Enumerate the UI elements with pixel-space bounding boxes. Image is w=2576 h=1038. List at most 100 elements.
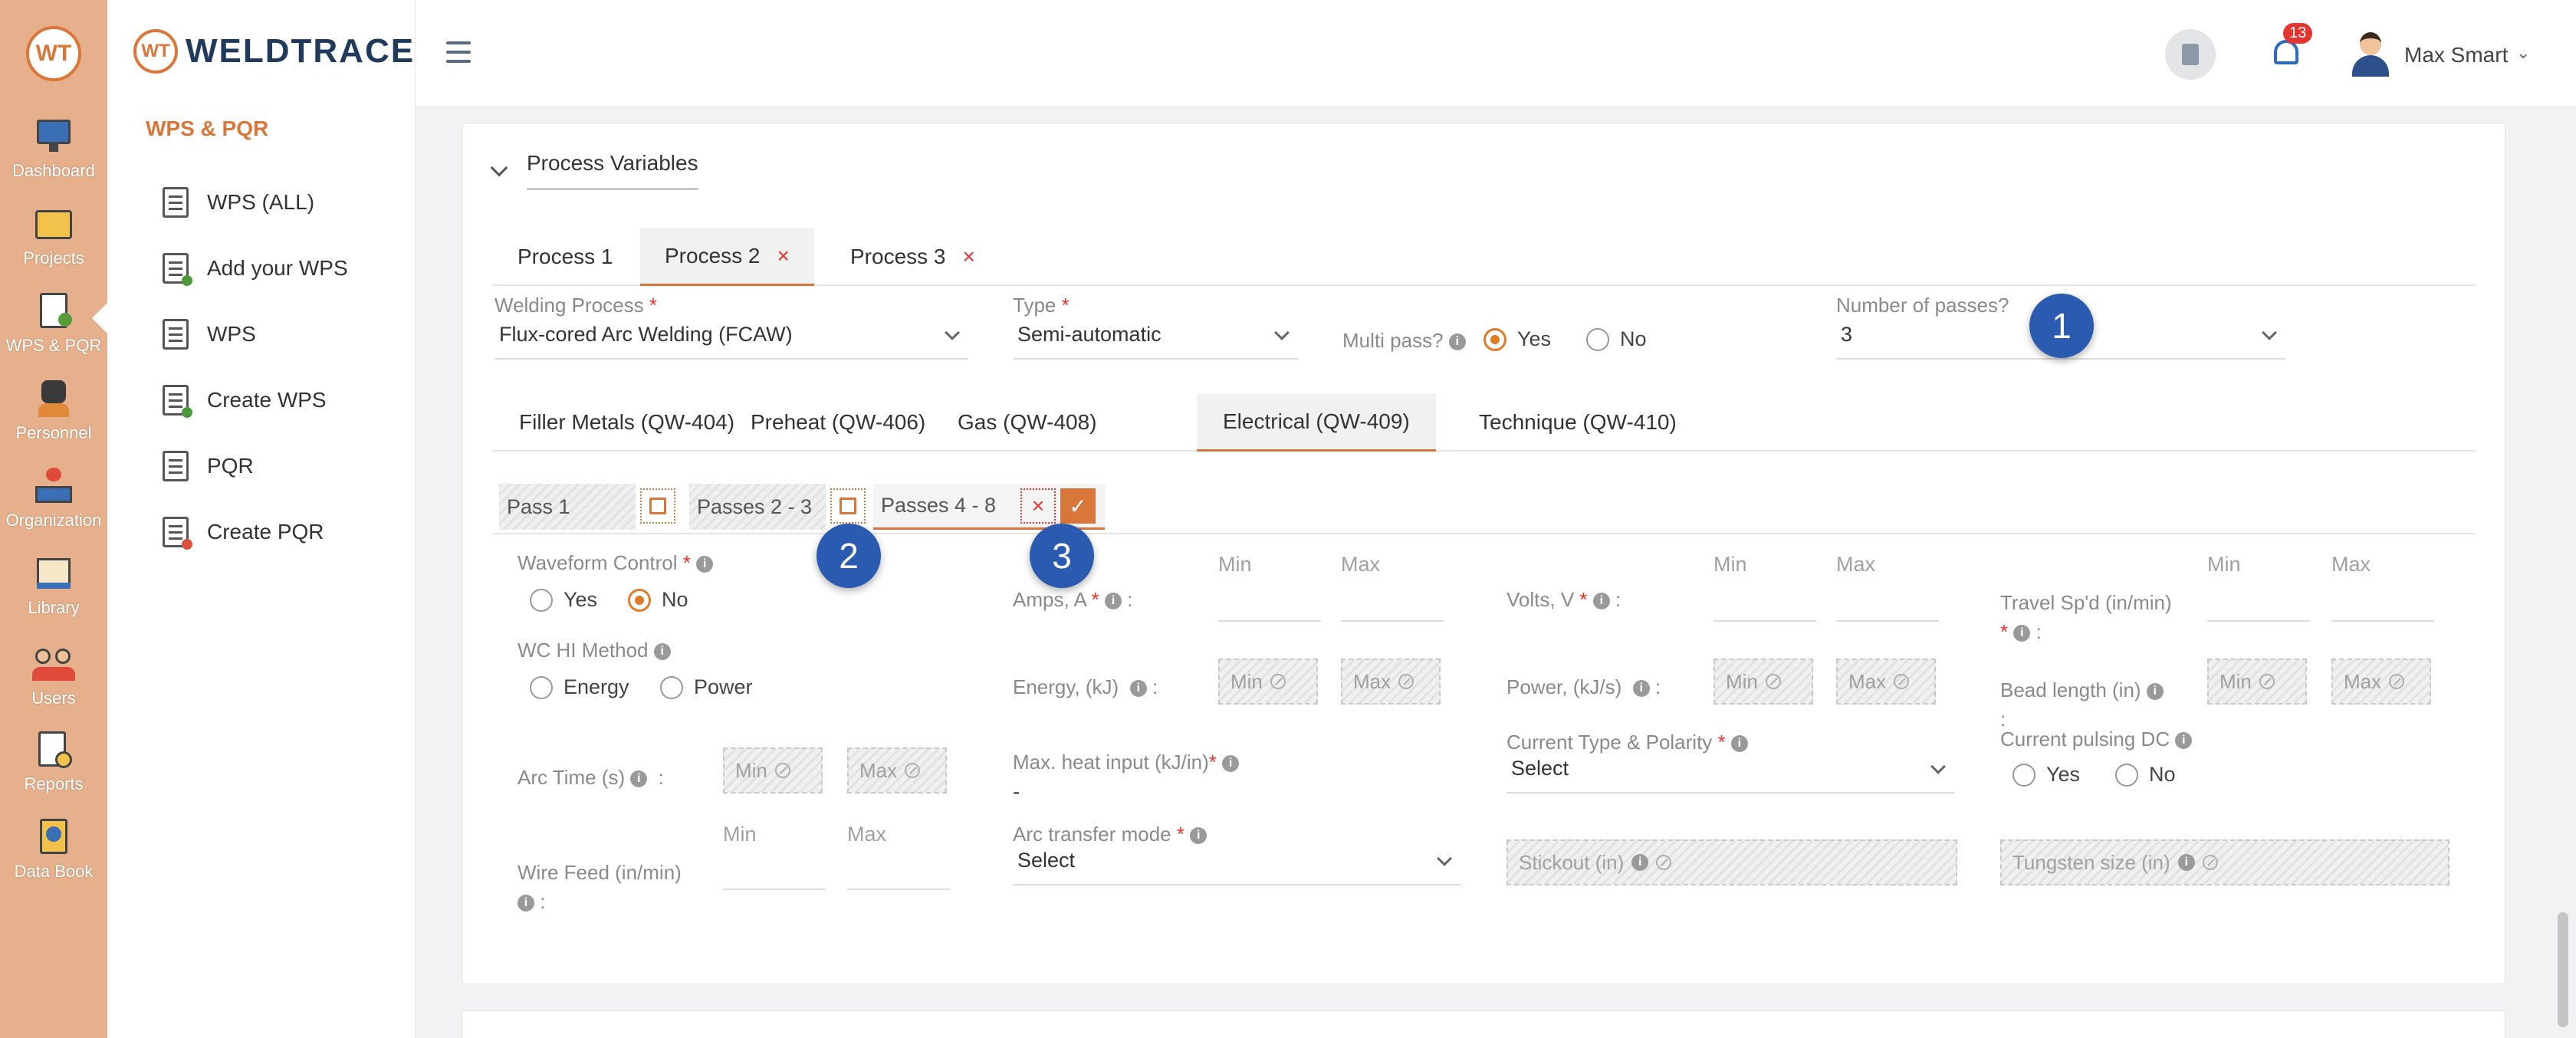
radio-button[interactable] xyxy=(2013,763,2036,787)
radio-button[interactable] xyxy=(1586,327,1609,351)
info-icon[interactable]: i xyxy=(1730,735,1748,753)
radio-button[interactable] xyxy=(2115,763,2138,787)
info-icon[interactable]: i xyxy=(1631,854,1649,871)
rail-item-projects[interactable]: Projects xyxy=(0,204,107,268)
radio-button[interactable] xyxy=(530,588,553,612)
amps-min-input[interactable] xyxy=(1218,579,1321,622)
amps-max-label: Max xyxy=(1341,553,1381,576)
rail-item-data-book[interactable]: Data Book xyxy=(0,817,107,882)
info-icon[interactable]: i xyxy=(1129,680,1147,698)
wire-feed-min-input[interactable] xyxy=(723,847,826,890)
edit-icon[interactable] xyxy=(830,488,866,524)
info-icon[interactable]: i xyxy=(1632,680,1650,698)
organization-icon xyxy=(32,466,75,506)
type-select[interactable]: Semi-automatic xyxy=(1013,317,1298,360)
pulsing-yes-radio[interactable]: Yes xyxy=(2013,763,2080,787)
app-logo[interactable]: WT xyxy=(26,26,81,81)
volts-label: Volts, V * i : xyxy=(1506,588,1622,611)
info-icon[interactable]: i xyxy=(2177,854,2195,871)
current-type-select[interactable]: Select xyxy=(1506,751,1954,793)
chevron-down-icon[interactable] xyxy=(490,159,508,176)
info-icon[interactable]: i xyxy=(1592,593,1610,610)
sidebar-item-create-pqr[interactable]: Create PQR xyxy=(163,517,324,550)
scrollbar[interactable] xyxy=(2558,912,2568,1027)
close-icon[interactable]: × xyxy=(963,245,975,269)
delete-icon[interactable]: × xyxy=(1020,488,1056,524)
tab-technique[interactable]: Technique (QW-410) xyxy=(1453,393,1703,452)
notification-bell-icon[interactable]: 13 xyxy=(2271,23,2313,69)
multi-pass-no-radio[interactable]: No xyxy=(1586,327,1647,351)
rail-item-organization[interactable]: Organization xyxy=(0,466,107,530)
next-card xyxy=(462,1010,2505,1038)
user-menu-chevron-icon[interactable]: ⌄ xyxy=(2516,43,2530,63)
wc-hi-energy-radio[interactable]: Energy xyxy=(530,675,629,699)
chevron-down-icon xyxy=(1930,759,1946,774)
radio-button[interactable] xyxy=(660,675,683,699)
radio-button[interactable] xyxy=(530,675,553,699)
tab-process-1[interactable]: Process 1 xyxy=(493,228,638,286)
rail-item-reports[interactable]: Reports xyxy=(0,730,107,794)
welding-process-select[interactable]: Flux-cored Arc Welding (FCAW) xyxy=(495,317,968,360)
waveform-no-radio[interactable]: No xyxy=(628,588,688,612)
volts-min-input[interactable] xyxy=(1714,579,1816,622)
wire-feed-max-input[interactable] xyxy=(847,847,950,890)
edit-icon[interactable] xyxy=(640,488,675,524)
info-icon[interactable]: i xyxy=(1104,593,1122,610)
confirm-check-icon[interactable]: ✓ xyxy=(1060,488,1096,524)
tab-preheat[interactable]: Preheat (QW-406) xyxy=(724,393,951,452)
amps-max-input[interactable] xyxy=(1341,579,1444,622)
radio-button-checked[interactable] xyxy=(1484,327,1506,351)
pass-tab-1[interactable]: Pass 1 xyxy=(499,484,636,530)
rail-item-wps-pqr[interactable]: WPS & PQR xyxy=(0,291,107,356)
travel-min-input[interactable] xyxy=(2207,579,2310,622)
tab-filler-metals[interactable]: Filler Metals (QW-404) xyxy=(493,393,761,452)
info-icon[interactable]: i xyxy=(653,643,671,661)
tab-gas[interactable]: Gas (QW-408) xyxy=(932,393,1123,452)
sidebar-item-create-wps[interactable]: Create WPS xyxy=(163,385,327,418)
pulsing-no-radio[interactable]: No xyxy=(2115,763,2176,787)
disabled-icon xyxy=(1656,855,1672,870)
chevron-down-icon xyxy=(1437,851,1452,866)
info-icon[interactable]: i xyxy=(696,556,714,573)
info-icon[interactable]: i xyxy=(1190,827,1208,845)
arc-transfer-mode-select[interactable]: Select xyxy=(1013,843,1460,885)
clipboard-icon xyxy=(32,291,75,331)
book-icon[interactable] xyxy=(2165,29,2216,80)
info-icon[interactable]: i xyxy=(2175,732,2193,750)
tab-process-2[interactable]: Process 2 × xyxy=(640,228,814,286)
hamburger-menu-icon[interactable] xyxy=(446,41,471,64)
card-header[interactable]: Process Variables xyxy=(490,151,698,190)
chevron-down-icon xyxy=(2262,325,2277,340)
rail-item-users[interactable]: Users xyxy=(0,644,107,708)
card-title: Process Variables xyxy=(527,151,698,190)
waveform-control-label: Waveform Control * i xyxy=(518,551,714,575)
close-icon[interactable]: × xyxy=(777,244,790,268)
info-icon[interactable]: i xyxy=(2013,625,2031,642)
document-create-icon xyxy=(163,385,192,418)
info-icon[interactable]: i xyxy=(630,770,648,788)
travel-max-input[interactable] xyxy=(2331,579,2434,622)
waveform-yes-radio[interactable]: Yes xyxy=(530,588,597,612)
avatar[interactable] xyxy=(2349,29,2392,77)
sidebar-item-wps[interactable]: WPS xyxy=(163,319,256,350)
info-icon[interactable]: i xyxy=(1222,755,1240,773)
user-name[interactable]: Max Smart xyxy=(2404,43,2508,67)
sidebar-item-pqr[interactable]: PQR xyxy=(163,451,254,481)
wc-hi-power-radio[interactable]: Power xyxy=(660,675,753,699)
pass-tab-2-3[interactable]: Passes 2 - 3 xyxy=(689,484,826,530)
rail-item-library[interactable]: Library xyxy=(0,553,107,618)
rail-item-personnel[interactable]: Personnel xyxy=(0,379,107,443)
rail-item-dashboard[interactable]: Dashboard xyxy=(0,117,107,181)
info-icon[interactable]: i xyxy=(518,895,534,912)
tab-electrical[interactable]: Electrical (QW-409) xyxy=(1197,393,1436,452)
multi-pass-yes-radio[interactable]: Yes xyxy=(1484,327,1551,351)
sidebar-item-add-your-wps[interactable]: Add your WPS xyxy=(163,253,348,286)
sidebar-item-wps-all[interactable]: WPS (ALL) xyxy=(163,187,314,218)
brand[interactable]: WT WELDTRACE xyxy=(133,29,415,74)
tab-process-3[interactable]: Process 3 × xyxy=(826,228,1000,286)
info-icon[interactable]: i xyxy=(2146,683,2164,701)
disabled-icon xyxy=(1270,674,1286,689)
volts-max-input[interactable] xyxy=(1836,579,1939,622)
info-icon[interactable]: i xyxy=(1448,333,1466,351)
radio-button-checked[interactable] xyxy=(628,588,651,612)
